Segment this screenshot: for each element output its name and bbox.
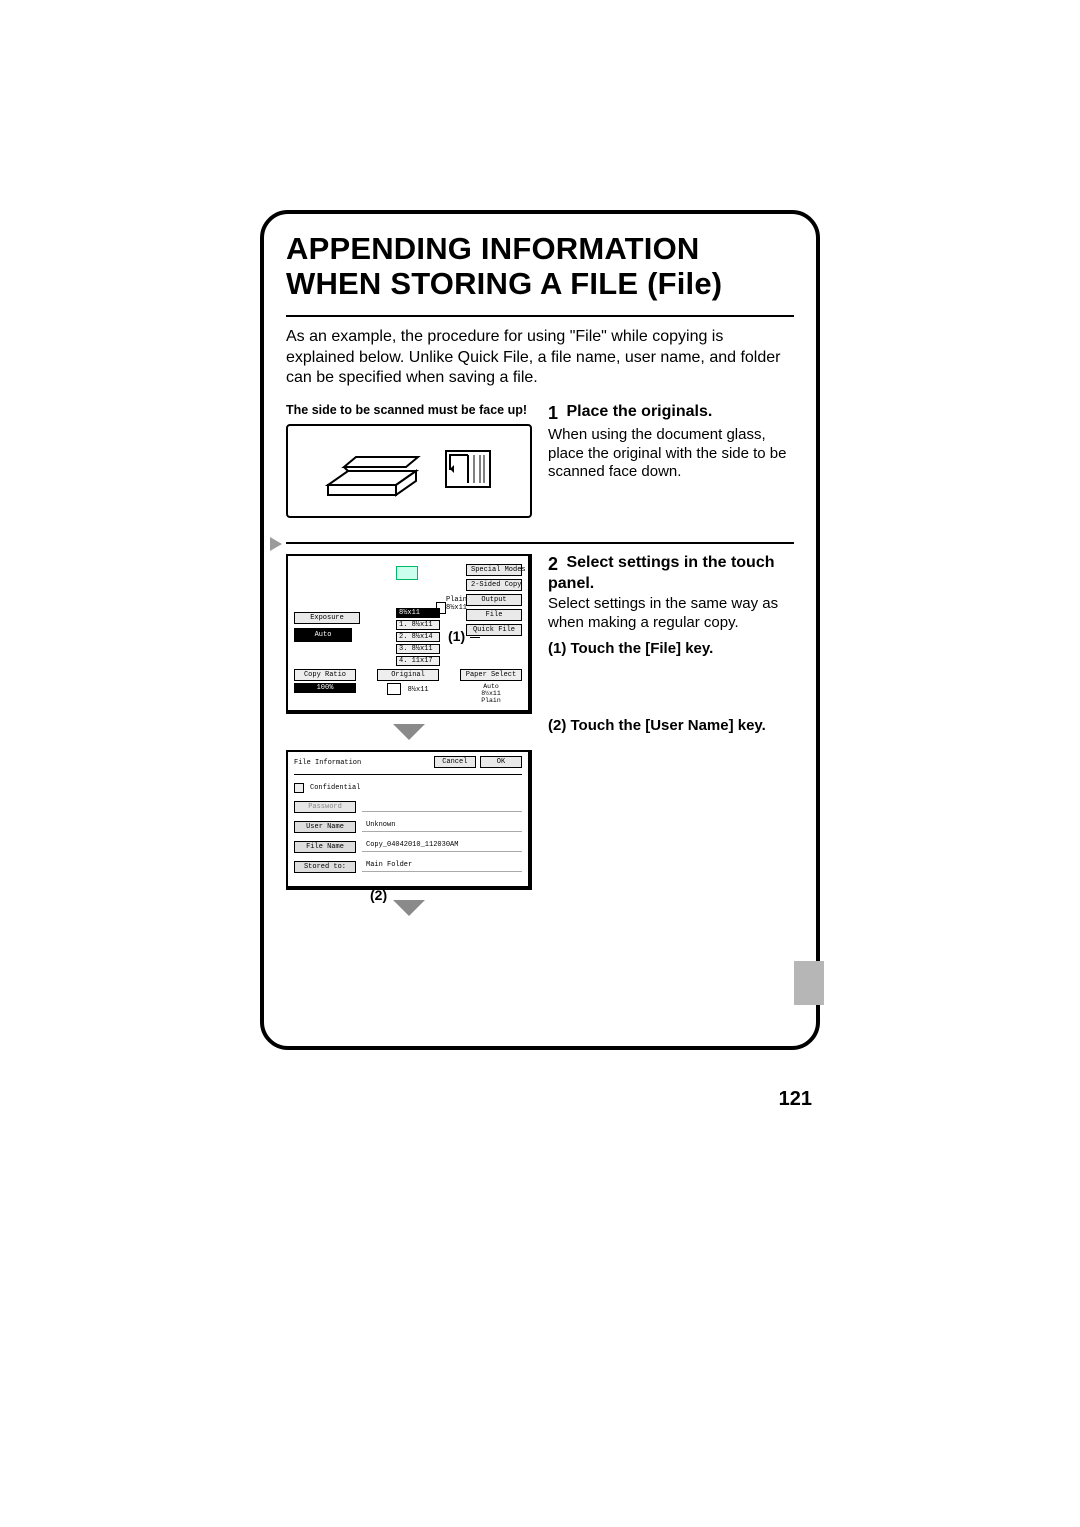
paper-auto: Auto — [460, 683, 522, 690]
stored-to-value: Main Folder — [366, 861, 412, 869]
file-name-button[interactable]: File Name — [294, 841, 356, 853]
paper-size2: 8½x11 — [460, 690, 522, 697]
tray-4[interactable]: 4. 11x17 — [396, 656, 440, 666]
step-1-row: The side to be scanned must be face up! — [286, 403, 794, 518]
section-thumb-tab — [794, 961, 824, 1005]
output-button[interactable]: Output — [466, 594, 522, 606]
tray-1[interactable]: 1. 8½x11 — [396, 620, 440, 630]
confidential-label: Confidential — [310, 784, 360, 792]
scanner-icon — [322, 441, 422, 501]
exposure-button[interactable]: Exposure — [294, 612, 360, 624]
file-info-panel: File Information Cancel OK Confidential … — [286, 750, 532, 890]
paper-plain2: Plain — [460, 697, 522, 704]
paper-select-button[interactable]: Paper Select — [460, 669, 522, 681]
page-number: 121 — [779, 1088, 812, 1111]
original-button[interactable]: Original — [377, 669, 439, 681]
user-name-value-line: Unknown — [362, 821, 522, 832]
callout-2: (2) — [370, 887, 387, 903]
down-arrow-icon — [393, 724, 425, 740]
step-2-sub1: (1) Touch the [File] key. — [548, 640, 794, 657]
page-title: APPENDING INFORMATION WHEN STORING A FIL… — [286, 232, 794, 301]
step-1-number: 1 — [548, 403, 558, 424]
confidential-checkbox[interactable] — [294, 783, 304, 793]
step-1-title: Place the originals. — [566, 403, 712, 420]
file-name-value: Copy_04042010_112030AM — [366, 841, 458, 849]
preview-page-icon — [396, 566, 418, 580]
step-rule-1 — [286, 542, 794, 544]
quick-file-button[interactable]: Quick File — [466, 624, 522, 636]
step-1-body: When using the document glass, place the… — [548, 426, 794, 482]
down-arrow-icon-2 — [393, 900, 425, 916]
paper-select-values: Auto 8½x11 Plain — [460, 683, 522, 704]
step-2-sub2: (2) Touch the [User Name] key. — [548, 717, 794, 734]
paper-type-label: Plain 8½x11 — [446, 596, 467, 612]
file-button[interactable]: File — [466, 609, 522, 621]
user-name-button[interactable]: User Name — [294, 821, 356, 833]
step-1-heading: 1 Place the originals. — [548, 403, 794, 424]
step-2-heading: 2 Select settings in the touch panel. — [548, 554, 794, 593]
original-value: 8½x11 — [377, 683, 439, 695]
tray-3[interactable]: 3. 8½x11 — [396, 644, 440, 654]
two-sided-button[interactable]: 2-Sided Copy — [466, 579, 522, 591]
original-page-icon — [387, 683, 401, 695]
special-modes-button[interactable]: Special Modes — [466, 564, 522, 576]
exposure-auto: Auto — [294, 628, 352, 642]
copy-ratio-value: 100% — [294, 683, 356, 693]
step-2-number: 2 — [548, 554, 558, 575]
copy-panel: Plain 8½x11 Exposure Auto 8½x11 1. 8½x11… — [286, 554, 532, 714]
cancel-button[interactable]: Cancel — [434, 756, 476, 768]
paper-plain-text: Plain — [446, 596, 467, 604]
copy-ratio-button[interactable]: Copy Ratio — [294, 669, 356, 681]
callout-1: (1) — [448, 628, 465, 644]
page-stack-icon — [440, 447, 496, 495]
password-button: Password — [294, 801, 356, 813]
stored-to-value-line: Main Folder — [362, 861, 522, 872]
scanner-caption: The side to be scanned must be face up! — [286, 403, 532, 418]
intro-text: As an example, the procedure for using "… — [286, 327, 794, 388]
file-name-value-line: Copy_04042010_112030AM — [362, 841, 522, 852]
step-2-body: Select settings in the same way as when … — [548, 595, 794, 633]
password-value-line — [362, 801, 522, 812]
step-2-row: Plain 8½x11 Exposure Auto 8½x11 1. 8½x11… — [286, 554, 794, 926]
file-info-title: File Information — [294, 759, 361, 767]
scanner-figure — [286, 424, 532, 518]
stored-to-button[interactable]: Stored to: — [294, 861, 356, 873]
original-size-text: 8½x11 — [408, 686, 429, 694]
ok-button[interactable]: OK — [480, 756, 522, 768]
title-rule — [286, 315, 794, 317]
paper-size-text: 8½x11 — [446, 604, 467, 612]
tray-2[interactable]: 2. 8½x14 — [396, 632, 440, 642]
step-2-title: Select settings in the touch panel. — [548, 554, 775, 592]
manual-page-frame: APPENDING INFORMATION WHEN STORING A FIL… — [260, 210, 820, 1050]
user-name-value: Unknown — [366, 821, 395, 829]
tray-list: 8½x11 1. 8½x11 2. 8½x14 3. 8½x11 4. 11x1… — [396, 608, 440, 668]
tray-head: 8½x11 — [396, 608, 440, 618]
